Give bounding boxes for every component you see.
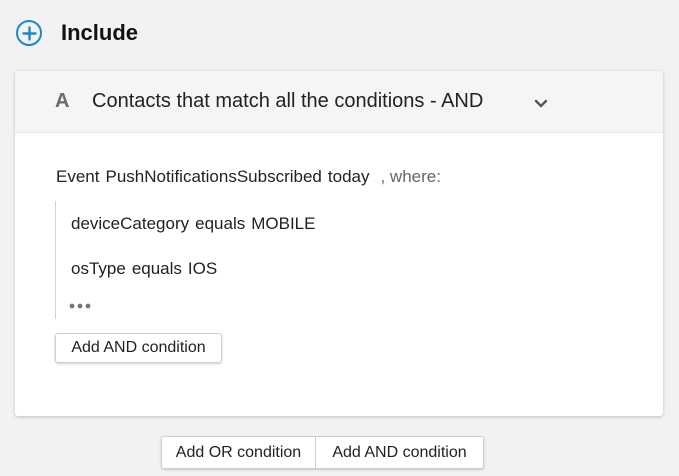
condition-field: deviceCategory	[71, 214, 190, 233]
add-and-group-button[interactable]: Add AND condition	[316, 437, 483, 468]
condition-operator: equals	[195, 214, 246, 233]
event-prefix: Event	[56, 167, 100, 186]
chevron-down-icon[interactable]	[534, 96, 548, 114]
condition-operator: equals	[131, 259, 182, 278]
condition-row[interactable]: osType equals IOS	[71, 259, 217, 279]
add-or-condition-button[interactable]: Add OR condition	[162, 437, 316, 468]
condition-field: osType	[71, 259, 126, 278]
plus-circle-icon[interactable]	[16, 20, 42, 46]
condition-value: MOBILE	[251, 214, 316, 233]
event-name[interactable]: PushNotificationsSubscribed	[105, 167, 321, 186]
more-horizontal-icon[interactable]	[69, 293, 91, 314]
condition-group-card: A Contacts that match all the conditions…	[15, 71, 663, 416]
event-period[interactable]: today	[328, 167, 370, 186]
condition-value: IOS	[187, 259, 218, 278]
include-header: Include	[16, 18, 138, 48]
condition-group-header[interactable]: A Contacts that match all the conditions…	[15, 71, 663, 133]
conditions-list: deviceCategory equals MOBILE osType equals I…	[55, 201, 315, 319]
group-title: Contacts that match all the conditions -…	[92, 90, 484, 112]
include-title: Include	[61, 20, 139, 45]
add-and-condition-button[interactable]: Add AND condition	[55, 333, 222, 363]
condition-row[interactable]: deviceCategory equals MOBILE	[71, 214, 315, 234]
group-actions: Add OR condition Add AND condition	[161, 436, 484, 469]
group-letter: A	[55, 90, 70, 112]
event-where-label: , where:	[380, 167, 441, 186]
event-line: Event PushNotificationsSubscribed today , w…	[56, 167, 441, 187]
